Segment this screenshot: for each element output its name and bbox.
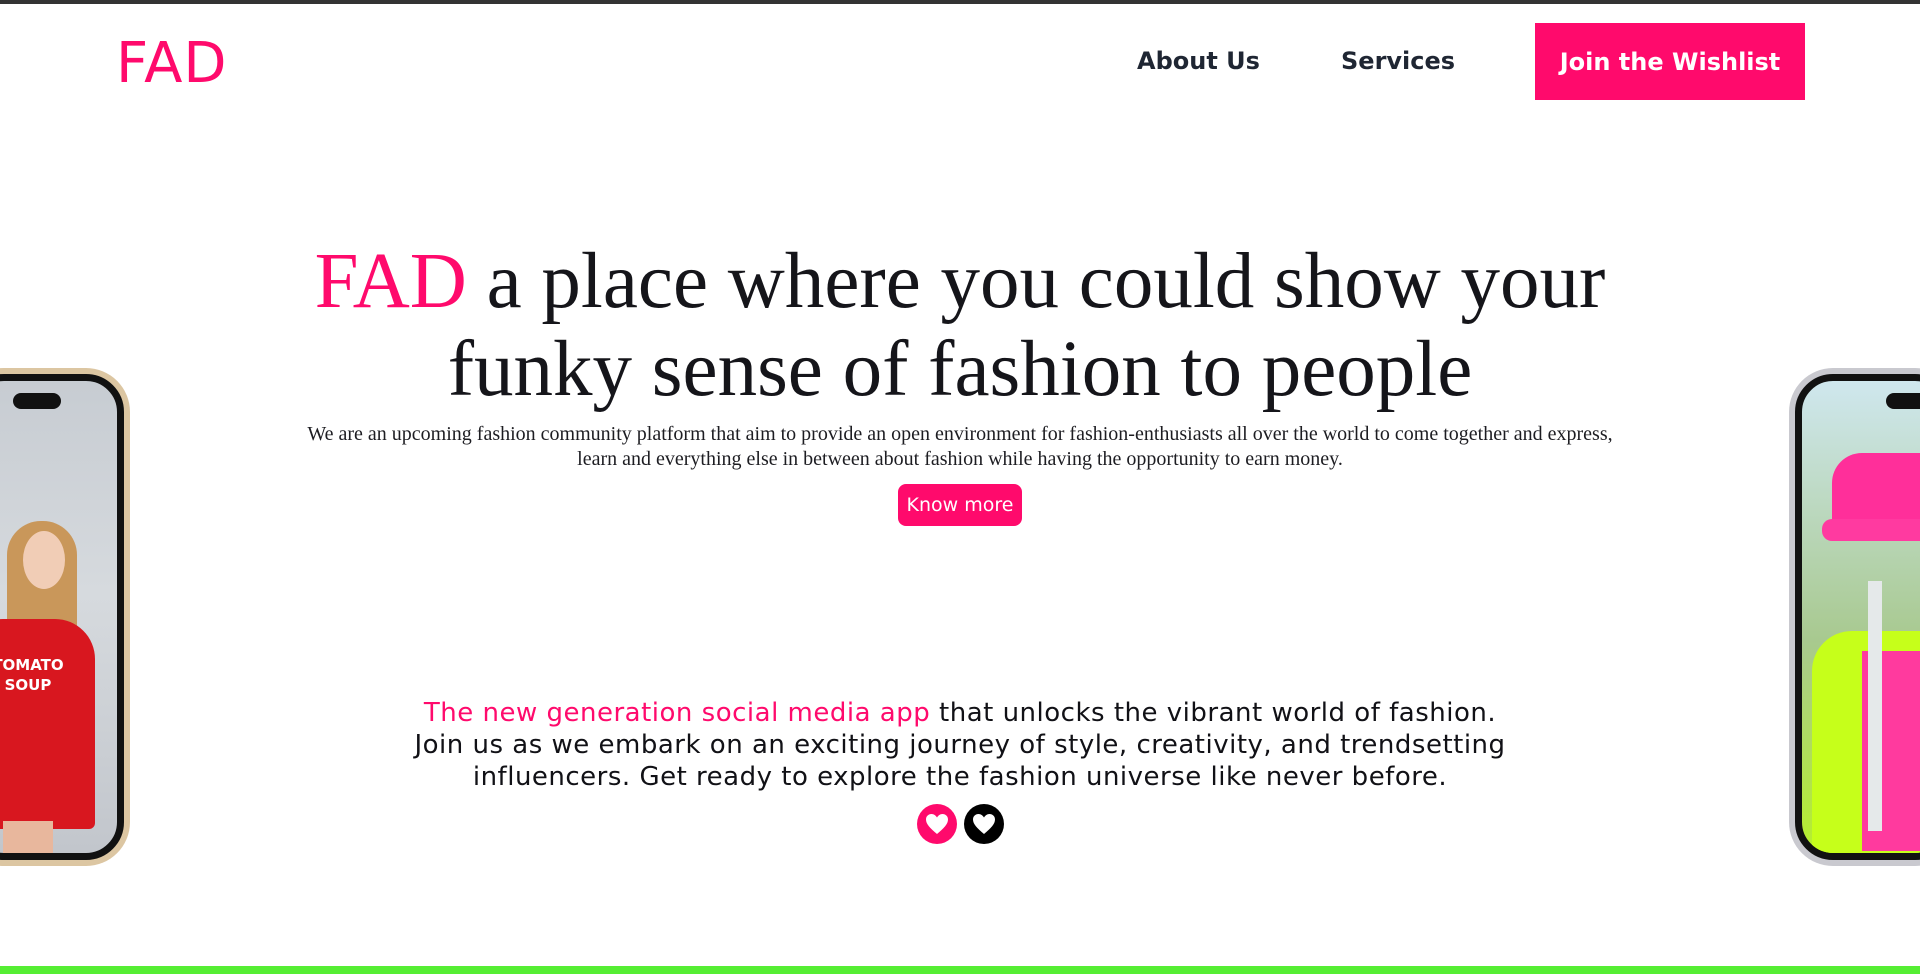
model-strap — [1868, 581, 1882, 831]
know-more-button[interactable]: Know more — [898, 484, 1022, 526]
model-legs — [3, 821, 53, 853]
join-wishlist-button[interactable]: Join the Wishlist — [1535, 23, 1805, 100]
model-hat-brim — [1822, 519, 1920, 541]
hero-title-text: a place where you could show your funky … — [447, 238, 1606, 413]
phone-mockup-right — [1789, 368, 1920, 866]
phone-screen-left: TOMATO SOUP — [0, 374, 124, 860]
tagline-highlight: The new generation social media app — [423, 698, 931, 728]
phone-mockup-left: TOMATO SOUP — [0, 368, 130, 866]
heart-icon[interactable] — [964, 804, 1004, 844]
site-header: FAD About Us Services Join the Wishlist — [0, 4, 1920, 114]
heart-icon[interactable] — [917, 804, 957, 844]
bottom-border — [0, 966, 1920, 974]
heart-glyph — [973, 814, 995, 834]
model-sweater: TOMATO SOUP — [0, 619, 95, 829]
sweater-print: TOMATO SOUP — [0, 656, 64, 694]
model-face — [23, 531, 65, 589]
phone-screen-right — [1795, 374, 1920, 860]
tagline: The new generation social media app that… — [395, 697, 1525, 793]
phone-notch — [13, 393, 61, 409]
nav-services[interactable]: Services — [1341, 46, 1455, 76]
nav-about-us[interactable]: About Us — [1137, 46, 1260, 76]
phone-notch — [1886, 393, 1920, 409]
hero-title-highlight: FAD — [314, 238, 467, 325]
brand-logo[interactable]: FAD — [116, 28, 228, 100]
heart-glyph — [926, 814, 948, 834]
hero-description: We are an upcoming fashion community pla… — [307, 423, 1613, 470]
hero-title: FAD a place where you could show your fu… — [260, 238, 1660, 414]
